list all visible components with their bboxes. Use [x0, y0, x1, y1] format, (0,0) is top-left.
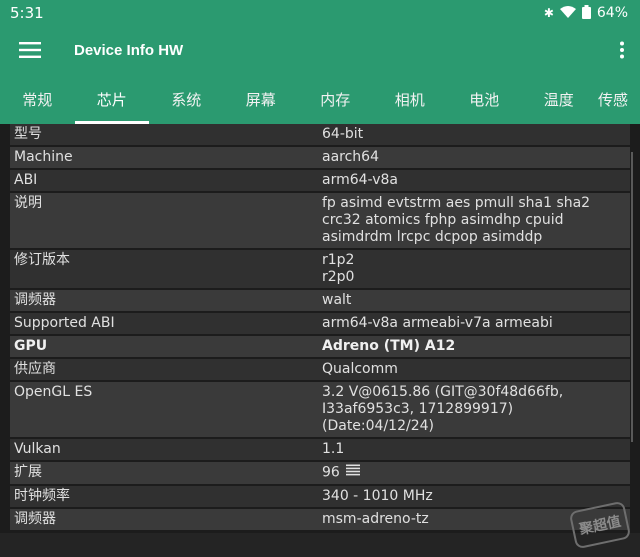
- status-time: 5:31: [10, 4, 44, 22]
- row-label: 说明: [14, 195, 42, 211]
- tab-6[interactable]: 电池: [447, 74, 522, 124]
- row-value-text: walt: [322, 292, 352, 308]
- row-value-text: 3.2 V@0615.86 (GIT@30f48d66fb, I33af6953…: [322, 384, 564, 434]
- tab-7[interactable]: 温度: [522, 74, 597, 124]
- bottom-area: [0, 533, 640, 557]
- row-value-text: arm64-v8a: [322, 172, 398, 188]
- row-value-text: 1.1: [322, 441, 345, 457]
- table-row: Vulkan 1.1: [10, 439, 630, 462]
- tab-4[interactable]: 内存: [298, 74, 373, 124]
- row-label: 修订版本: [14, 252, 70, 268]
- tab-2[interactable]: 系统: [149, 74, 224, 124]
- status-icons: ✱ 64%: [544, 5, 628, 21]
- tab-1[interactable]: 芯片: [74, 74, 150, 124]
- row-value-text: arm64-v8a armeabi-v7a armeabi: [322, 315, 553, 331]
- row-value-text: Qualcomm: [322, 361, 398, 377]
- row-value: 340 - 1010 MHz: [318, 486, 630, 507]
- row-value: 96: [318, 462, 630, 484]
- table-row: 型号 64-bit: [10, 124, 630, 147]
- table-row: 调频器 msm-adreno-tz: [10, 508, 630, 532]
- app-bar: Device Info HW: [0, 26, 640, 74]
- row-value: fp asimd evtstrm aes pmull sha1 sha2 crc…: [318, 193, 630, 248]
- row-label: Machine: [14, 149, 73, 165]
- row-label: 调频器: [14, 510, 56, 527]
- tab-0[interactable]: 常规: [0, 74, 75, 124]
- row-value: r1p2 r2p0: [318, 250, 630, 288]
- row-value-text: aarch64: [322, 149, 379, 165]
- table-row: GPU Adreno (TM) A12: [10, 336, 630, 359]
- row-label: Vulkan: [14, 441, 61, 457]
- more-options-button[interactable]: [604, 26, 640, 74]
- row-value: Qualcomm: [318, 359, 630, 380]
- table-row: Machine aarch64: [10, 147, 630, 170]
- menu-button[interactable]: [0, 26, 60, 74]
- row-value: 64-bit: [318, 124, 630, 145]
- row-value-line: r2p0: [322, 269, 355, 285]
- tab-5[interactable]: 相机: [373, 74, 448, 124]
- tab-bar: 常规 芯片 系统 屏幕 内存 相机 电池 温度 传感: [0, 74, 640, 124]
- row-value-text: 340 - 1010 MHz: [322, 487, 433, 504]
- table-row: 扩展 96: [10, 462, 630, 486]
- table-row: 时钟频率 340 - 1010 MHz: [10, 485, 630, 509]
- row-value-text: Adreno (TM) A12: [322, 338, 456, 354]
- row-value-text: fp asimd evtstrm aes pmull sha1 sha2 crc…: [322, 195, 591, 245]
- status-bar: 5:31 ✱ 64%: [0, 0, 640, 26]
- row-label: GPU: [14, 338, 48, 354]
- more-vert-icon: [620, 41, 624, 59]
- table-row: 说明 fp asimd evtstrm aes pmull sha1 sha2 c…: [10, 193, 630, 250]
- table-row: 调频器 walt: [10, 290, 630, 313]
- battery-icon: [581, 5, 591, 21]
- row-value: 3.2 V@0615.86 (GIT@30f48d66fb, I33af6953…: [318, 382, 630, 437]
- battery-percent: 64%: [596, 5, 628, 21]
- row-label: 扩展: [14, 464, 42, 480]
- row-label: 供应商: [14, 361, 56, 377]
- row-label: 时钟频率: [14, 487, 70, 504]
- table-row: 供应商 Qualcomm: [10, 359, 630, 382]
- row-label: 调频器: [14, 292, 56, 308]
- row-label: 型号: [14, 126, 42, 142]
- row-value: aarch64: [318, 147, 630, 168]
- row-value-text: 64-bit: [322, 126, 364, 142]
- tab-3[interactable]: 屏幕: [224, 74, 299, 124]
- row-value: arm64-v8a: [318, 170, 630, 191]
- chip-info-content[interactable]: 型号 64-bit Machine aarch64 ABI arm64-v8a 说明 fp a…: [0, 124, 640, 533]
- row-label: ABI: [14, 172, 38, 188]
- row-value: walt: [318, 290, 630, 311]
- table-row: ABI arm64-v8a: [10, 170, 630, 193]
- wifi-icon: [559, 6, 576, 20]
- row-value-text: 96: [322, 464, 340, 481]
- scrollbar[interactable]: [631, 152, 633, 442]
- bluetooth-icon: ✱: [543, 6, 554, 20]
- row-value-line: r1p2: [322, 252, 355, 268]
- table-row: Supported ABI arm64-v8a armeabi-v7a armea…: [10, 313, 630, 336]
- tab-8[interactable]: 传感: [596, 74, 628, 124]
- app-title: Device Info HW: [74, 41, 184, 59]
- hamburger-icon: [19, 42, 41, 58]
- row-label: Supported ABI: [14, 315, 115, 331]
- row-label: OpenGL ES: [14, 384, 93, 400]
- row-value: arm64-v8a armeabi-v7a armeabi: [318, 313, 630, 334]
- row-value: Adreno (TM) A12: [318, 336, 630, 357]
- row-value-text: msm-adreno-tz: [322, 510, 429, 527]
- info-table: 型号 64-bit Machine aarch64 ABI arm64-v8a 说明 fp a…: [10, 124, 630, 532]
- list-icon[interactable]: [345, 464, 360, 481]
- table-row: 修订版本 r1p2 r2p0: [10, 250, 630, 290]
- row-value: 1.1: [318, 439, 630, 460]
- table-row: OpenGL ES 3.2 V@0615.86 (GIT@30f48d66fb, …: [10, 382, 630, 439]
